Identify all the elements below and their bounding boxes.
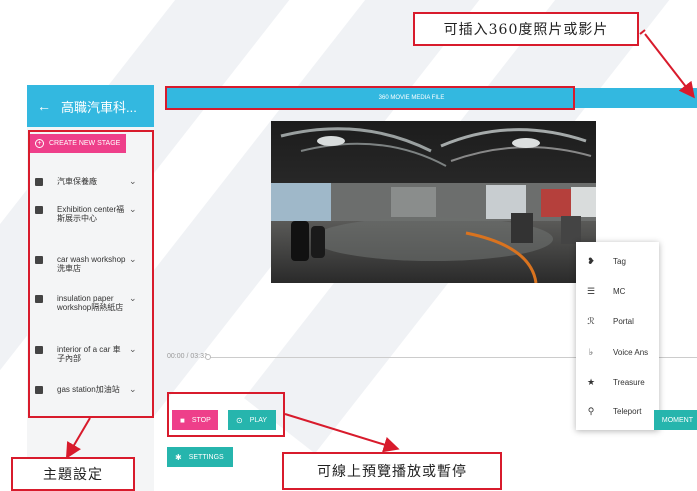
annotation-preview-play: 可線上預覽播放或暫停 xyxy=(282,452,502,490)
gear-icon: ✱ xyxy=(175,452,182,462)
settings-label: SETTINGS xyxy=(188,453,224,461)
mic-icon: ♭ xyxy=(588,346,594,357)
annotation-highlight-topbar xyxy=(165,86,575,110)
moment-button[interactable]: MOMENT xyxy=(654,410,697,430)
annotation-highlight-sidebar xyxy=(28,130,154,418)
annotation-theme-settings: 主題設定 xyxy=(11,457,135,491)
timeline-handle[interactable] xyxy=(205,354,211,360)
menu-item-mc[interactable]: ☰ MC xyxy=(576,280,659,302)
sidebar-header: ← 高職汽車科... xyxy=(27,85,154,127)
arrow-left-icon[interactable]: ← xyxy=(37,98,51,114)
walk-icon: ℛ xyxy=(587,315,595,326)
menu-item-treasure[interactable]: ★ Treasure xyxy=(576,371,659,393)
annotation-theme-settings-text: 主題設定 xyxy=(43,467,103,483)
menu-item-label: Tag xyxy=(613,256,626,266)
settings-button[interactable]: ✱ SETTINGS xyxy=(167,447,233,467)
annotation-highlight-controls xyxy=(167,392,285,437)
menu-item-label: Voice Ans xyxy=(613,347,649,357)
menu-item-tag[interactable]: ❥ Tag xyxy=(576,250,659,272)
panorama-image[interactable] xyxy=(271,121,596,283)
annotation-insert-media: 可插入360度照片或影片 xyxy=(413,12,639,46)
pin-icon: ⚲ xyxy=(587,405,595,416)
sidebar-title: 高職汽車科... xyxy=(61,99,137,115)
menu-item-label: Portal xyxy=(613,316,634,326)
annotation-insert-media-text: 可插入360度照片或影片 xyxy=(443,22,609,38)
menu-item-label: Treasure xyxy=(613,377,645,387)
menu-item-label: MC xyxy=(613,286,626,296)
marker-context-menu: ❥ Tag ☰ MC ℛ Portal ♭ Voice Ans ★ Treasu… xyxy=(576,242,659,430)
tag-icon: ❥ xyxy=(587,255,595,266)
menu-item-label: Teleport xyxy=(613,406,642,416)
moment-label: MOMENT xyxy=(661,416,693,424)
menu-item-teleport[interactable]: ⚲ Teleport xyxy=(576,400,659,422)
list-icon: ☰ xyxy=(586,285,596,296)
annotation-preview-play-text: 可線上預覽播放或暫停 xyxy=(317,464,467,480)
menu-item-portal[interactable]: ℛ Portal xyxy=(576,310,659,332)
menu-item-voice-ans[interactable]: ♭ Voice Ans xyxy=(576,341,659,363)
star-icon: ★ xyxy=(586,376,596,387)
playback-time: 00:00 / 03:31 xyxy=(167,353,208,360)
